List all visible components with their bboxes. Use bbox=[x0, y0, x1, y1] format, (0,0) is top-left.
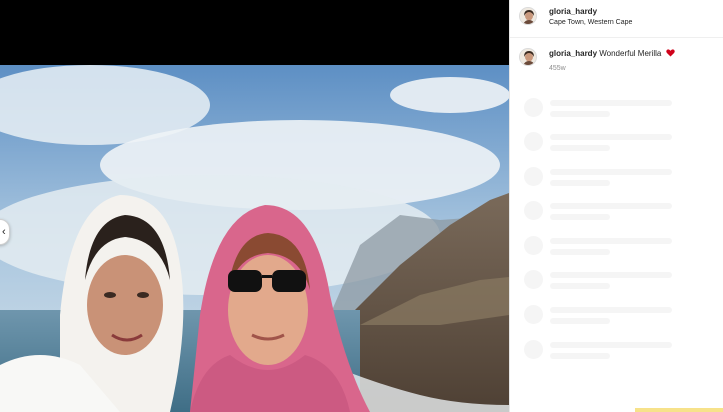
author-avatar[interactable] bbox=[519, 7, 537, 25]
placeholder-line bbox=[550, 342, 672, 348]
caption-username[interactable]: gloria_hardy bbox=[549, 49, 597, 58]
placeholder-line bbox=[550, 203, 672, 209]
comment-loading-placeholder bbox=[510, 270, 723, 296]
placeholder-avatar bbox=[524, 167, 543, 186]
placeholder-line bbox=[550, 272, 672, 278]
placeholder-avatar bbox=[524, 305, 543, 324]
placeholder-line bbox=[550, 134, 672, 140]
post-header: gloria_hardy Cape Town, Western Cape bbox=[510, 0, 723, 38]
author-username[interactable]: gloria_hardy bbox=[549, 7, 597, 16]
post-sidebar: gloria_hardy Cape Town, Western Cape glo… bbox=[510, 0, 723, 412]
post-media bbox=[0, 0, 509, 412]
placeholder-avatar bbox=[524, 98, 543, 117]
photo-image bbox=[0, 65, 509, 412]
post-photo[interactable] bbox=[0, 65, 509, 412]
caption-timestamp[interactable]: 455w bbox=[549, 65, 566, 72]
placeholder-line bbox=[550, 100, 672, 106]
caption-text: Wonderful Merilla bbox=[599, 49, 662, 58]
comment-loading-placeholder bbox=[510, 236, 723, 262]
placeholder-line bbox=[550, 214, 610, 220]
chevron-left-icon: ‹ bbox=[2, 226, 6, 238]
comment-loading-placeholder bbox=[510, 340, 723, 366]
placeholder-line bbox=[550, 249, 610, 255]
placeholder-avatar bbox=[524, 132, 543, 151]
placeholder-line bbox=[550, 353, 610, 359]
caption-avatar[interactable] bbox=[519, 48, 537, 66]
comment-loading-placeholder bbox=[510, 201, 723, 227]
red-heart-emoji-icon bbox=[665, 49, 675, 57]
comment-loading-placeholder bbox=[510, 132, 723, 158]
placeholder-line bbox=[550, 169, 672, 175]
comment-loading-placeholder bbox=[510, 305, 723, 331]
avatar-image bbox=[520, 49, 536, 65]
placeholder-avatar bbox=[524, 201, 543, 220]
placeholder-line bbox=[550, 318, 610, 324]
post-location[interactable]: Cape Town, Western Cape bbox=[549, 19, 632, 26]
placeholder-avatar bbox=[524, 236, 543, 255]
placeholder-line bbox=[550, 238, 672, 244]
bottom-edge-accent bbox=[635, 408, 723, 412]
placeholder-line bbox=[550, 111, 610, 117]
comment-loading-placeholder bbox=[510, 167, 723, 193]
placeholder-avatar bbox=[524, 340, 543, 359]
placeholder-line bbox=[550, 283, 610, 289]
post-caption: gloria_hardy Wonderful Merilla bbox=[549, 49, 675, 58]
placeholder-line bbox=[550, 307, 672, 313]
comment-loading-placeholder bbox=[510, 98, 723, 124]
placeholder-avatar bbox=[524, 270, 543, 289]
post-dialog: ‹ gloria_hardy Cape Town, Western Cape g… bbox=[0, 0, 723, 412]
avatar-image bbox=[520, 8, 536, 24]
placeholder-line bbox=[550, 145, 610, 151]
placeholder-line bbox=[550, 180, 610, 186]
